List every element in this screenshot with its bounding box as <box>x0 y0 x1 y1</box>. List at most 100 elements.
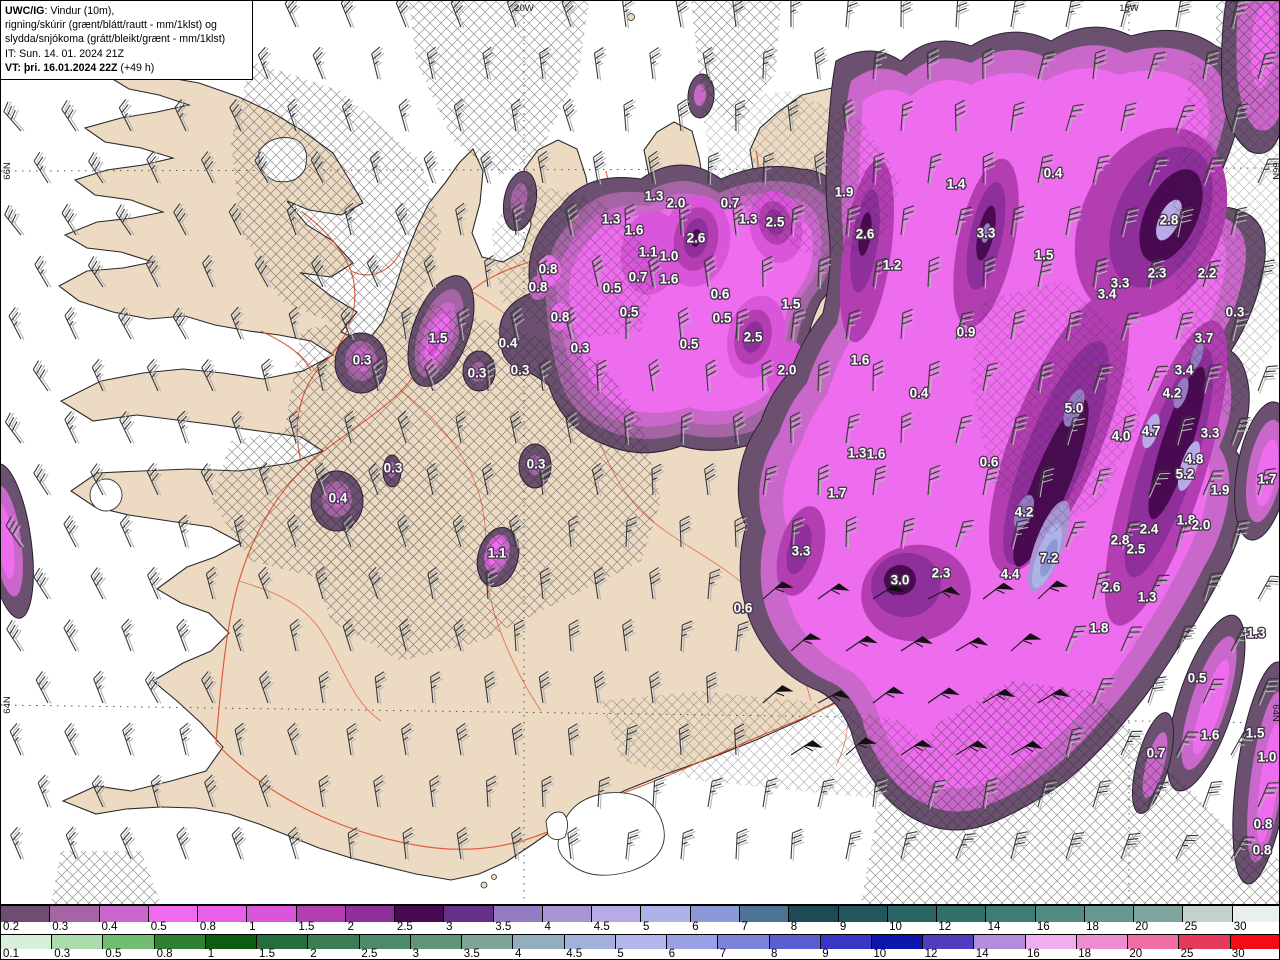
scale-cell <box>256 935 308 949</box>
precip-value-label: 4.2 <box>1015 505 1034 520</box>
scale-cell <box>666 935 718 949</box>
weather-map: 1.31.3 2.0 0.71.3 2.51.62.61.1 1.00.80.80.7 1… <box>1 1 1279 904</box>
scale-cell <box>985 906 1035 922</box>
precip-value-label: 5.2 <box>1176 467 1195 482</box>
scale-cell <box>409 935 462 949</box>
scale-cell <box>147 906 198 922</box>
precip-value-label: 1.5 <box>1035 248 1054 263</box>
precip-value-label: 0.9 <box>957 325 976 340</box>
scale-cell <box>51 935 103 949</box>
scale-tick-label: 20 <box>1129 948 1143 960</box>
scale-tick-label: 10 <box>889 921 902 933</box>
scale-cell <box>98 906 148 922</box>
scale-cell <box>1034 906 1084 922</box>
precip-value-label: 1.6 <box>1201 728 1220 743</box>
precip-value-label: 1.5 <box>429 331 448 346</box>
precip-value-label: 0.4 <box>910 386 929 401</box>
scale-tick-label: 0.5 <box>150 921 167 933</box>
scale-cell <box>1229 935 1279 949</box>
precip-value-label: 1.6 <box>867 447 886 462</box>
snow-scale-labels: 0.2 0.3 0.4 0.5 0.8 1 1.5 2 2.5 3 3.5 4 4.5 5 6 7 8 9 10 12… <box>1 921 1279 934</box>
precip-value-label: 0.8 <box>529 280 548 295</box>
scale-cell <box>563 935 615 949</box>
precip-value-label: 0.6 <box>711 287 730 302</box>
scale-cell <box>295 906 345 922</box>
scale-tick-label: 0.3 <box>52 921 69 933</box>
scale-tick-label: 3.5 <box>463 948 480 960</box>
scale-cell <box>1182 906 1232 922</box>
precip-value-label: 1.6 <box>625 223 644 238</box>
scale-tick-label: 9 <box>839 921 847 933</box>
scale-cell <box>307 935 359 949</box>
precip-value-label: 4.0 <box>1112 429 1131 444</box>
scale-tick-label: 9 <box>822 948 829 960</box>
rain-scale-labels: 0.1 0.3 0.5 0.8 1 1.5 2 2.5 3 3.5 4 4.5 5 6 7 8 9 10 12 14 1… <box>1 948 1279 960</box>
precip-value-label: 2.5 <box>1127 542 1146 557</box>
precip-value-label: 1.0 <box>660 249 679 264</box>
scale-cell <box>837 906 887 922</box>
precip-value-label: 3.4 <box>1098 287 1117 302</box>
scale-tick-label: 2 <box>310 948 317 960</box>
scale-cell <box>1083 906 1134 922</box>
scale-cell <box>819 935 871 949</box>
precip-value-label: 1.9 <box>1211 483 1230 498</box>
precip-value-label: 3.3 <box>792 544 811 559</box>
precip-value-label: 0.3 <box>353 353 372 368</box>
precip-value-label: 2.2 <box>1198 266 1217 281</box>
scale-tick-label: 18 <box>1086 921 1099 933</box>
title-box: UWC/IG: Vindur (10m), rigning/skúrir (gr… <box>1 1 253 80</box>
scale-cell <box>1133 906 1183 922</box>
precip-value-label: 2.6 <box>687 231 706 246</box>
scale-cell <box>1178 935 1230 949</box>
precip-value-label: 3.3 <box>1201 426 1220 441</box>
precip-value-label: 0.8 <box>539 262 558 277</box>
precip-value-label: 1.7 <box>828 486 847 501</box>
scale-tick-label: 3 <box>412 948 419 960</box>
scale-tick-label: 1.5 <box>259 948 275 960</box>
scale-cell <box>738 906 789 922</box>
precip-value-label: 1.3 <box>1138 590 1157 605</box>
scale-cell <box>870 935 923 949</box>
longitude-label: 20W <box>514 3 534 14</box>
precip-value-label: 1.4 <box>947 177 966 192</box>
scale-cell <box>443 906 493 922</box>
scale-tick-label: 0.8 <box>156 948 173 960</box>
precip-value-label: 3.0 <box>891 573 910 588</box>
scale-tick-label: 0.4 <box>101 921 118 933</box>
precip-value-label: 0.5 <box>680 337 699 352</box>
precip-value-label: 1.7 <box>1258 472 1277 487</box>
precip-value-label: 2.3 <box>1148 266 1167 281</box>
scale-cell <box>102 935 154 949</box>
scale-tick-label: 0.1 <box>3 948 19 960</box>
scale-tick-label: 8 <box>771 948 778 960</box>
scale-tick-label: 16 <box>1027 948 1040 960</box>
precip-value-label: 7.2 <box>1040 551 1059 566</box>
precip-value-label: 0.3 <box>527 457 546 472</box>
scale-cell <box>640 906 690 922</box>
precip-value-label: 0.3 <box>571 341 590 356</box>
scale-cell <box>1024 935 1076 949</box>
title-line-4: IT: Sun. 14. 01. 2024 21Z <box>5 47 124 60</box>
scale-cell <box>1127 935 1179 949</box>
scale-cell <box>591 906 641 922</box>
scale-tick-label: 4 <box>515 948 522 960</box>
scale-tick-label: 0.2 <box>3 921 19 933</box>
precip-value-label: 1.1 <box>488 546 507 561</box>
scale-cell <box>788 906 838 922</box>
weather-map-page: 1.3 1.3 2.0 0.7 1.3 2.5 1.6 2.6 1.1 1.0 0.8 0.8 0.7 1… <box>0 0 1280 960</box>
scale-tick-label: 7 <box>719 948 727 960</box>
precip-value-label: 1.0 <box>1258 750 1277 765</box>
scale-tick-label: 4.5 <box>593 921 610 933</box>
precip-value-label: 5.0 <box>1065 401 1084 416</box>
scale-tick-label: 3 <box>446 921 453 933</box>
scale-tick-label: 1 <box>249 921 256 933</box>
precip-value-label: 0.4 <box>1044 166 1063 181</box>
scale-tick-label: 0.3 <box>54 948 71 960</box>
scale-tick-label: 4.5 <box>566 948 583 960</box>
scale-cell <box>461 935 513 949</box>
scale-cell <box>973 935 1025 949</box>
color-scales: 0.2 0.3 0.4 0.5 0.8 1 1.5 2 2.5 3 3.5 4 4.5 5 6 7 8 9 10 12… <box>1 904 1279 960</box>
precip-value-label: 1.9 <box>835 185 854 200</box>
precip-value-label: 1.3 <box>848 446 867 461</box>
precip-value-label: 1.3 <box>739 212 758 227</box>
